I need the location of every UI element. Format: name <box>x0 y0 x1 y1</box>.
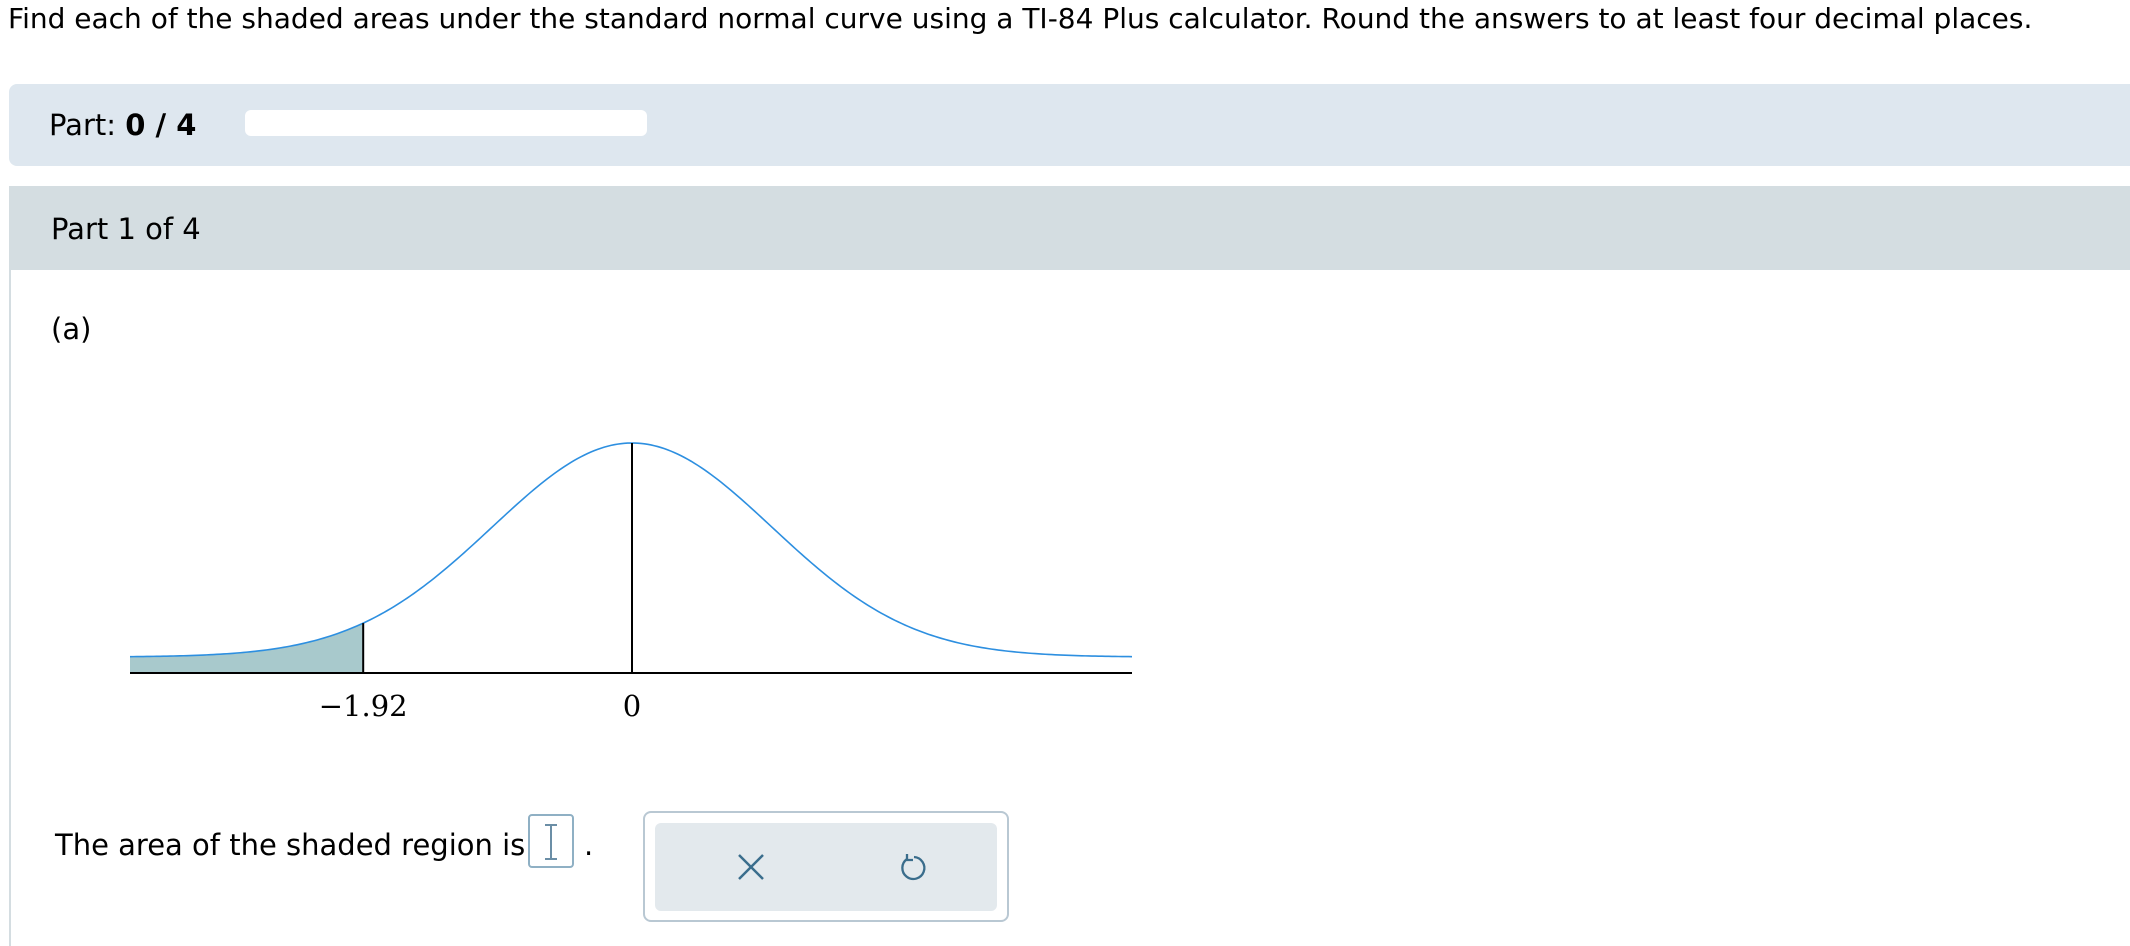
shaded-region <box>130 623 364 673</box>
answer-input[interactable] <box>528 814 574 868</box>
tick-label-mean: 0 <box>623 689 641 723</box>
close-icon <box>738 854 764 880</box>
part-header: Part 1 of 4 <box>11 186 2130 270</box>
action-panel-inner <box>655 823 997 911</box>
progress-track <box>245 110 647 136</box>
progress-bar: Part: 0 / 4 <box>9 84 2130 166</box>
instructions-text: Find each of the shaded areas under the … <box>8 2 2033 35</box>
tick-label-cutoff: −1.92 <box>319 689 408 723</box>
part-sub-label: (a) <box>51 312 92 346</box>
progress-label-text: Part: <box>49 108 117 142</box>
text-cursor-icon <box>545 824 557 860</box>
undo-icon <box>901 854 926 881</box>
answer-prompt: The area of the shaded region is <box>55 828 526 862</box>
answer-suffix: . <box>584 828 594 862</box>
action-panel <box>643 811 1009 922</box>
undo-button[interactable] <box>884 839 940 895</box>
progress-label: Part: 0 / 4 <box>49 106 196 144</box>
clear-button[interactable] <box>723 839 779 895</box>
normal-curve-figure: −1.92 0 <box>129 442 1133 723</box>
part-title: Part 1 of 4 <box>51 212 201 246</box>
progress-value: 0 / 4 <box>125 108 197 142</box>
